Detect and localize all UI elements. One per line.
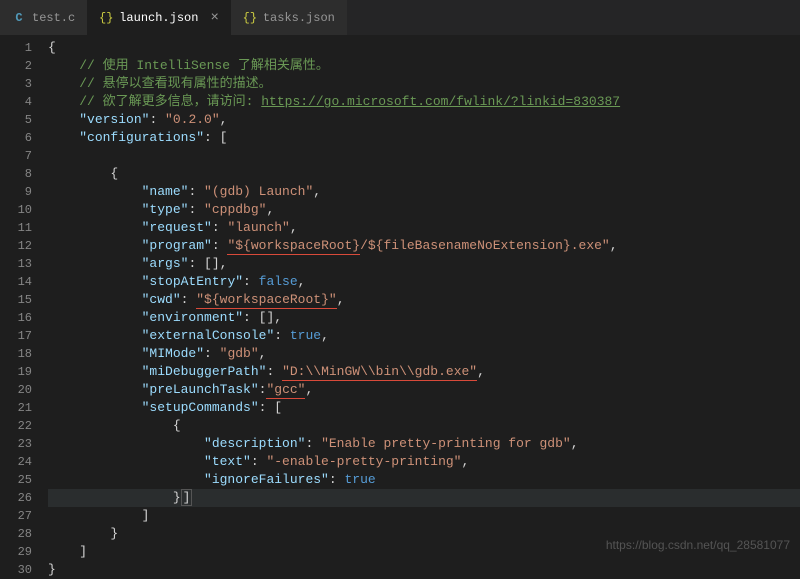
json-file-icon: {} bbox=[99, 11, 113, 25]
tab-tasks-json[interactable]: {} tasks.json bbox=[231, 0, 347, 35]
code-area[interactable]: { // 使用 IntelliSense 了解相关属性。 // 悬停以查看现有属… bbox=[48, 35, 800, 558]
tab-bar: C test.c {} launch.json × {} tasks.json bbox=[0, 0, 800, 35]
tab-label: tasks.json bbox=[263, 11, 335, 25]
tab-test-c[interactable]: C test.c bbox=[0, 0, 87, 35]
json-file-icon: {} bbox=[243, 11, 257, 25]
editor: 1234567891011121314151617181920212223242… bbox=[0, 35, 800, 558]
tab-label: test.c bbox=[32, 11, 75, 25]
c-file-icon: C bbox=[12, 11, 26, 25]
tab-label: launch.json bbox=[119, 11, 198, 25]
close-icon[interactable]: × bbox=[210, 10, 218, 26]
tab-launch-json[interactable]: {} launch.json × bbox=[87, 0, 231, 35]
watermark: https://blog.csdn.net/qq_28581077 bbox=[606, 538, 790, 552]
line-gutter: 1234567891011121314151617181920212223242… bbox=[0, 35, 48, 558]
